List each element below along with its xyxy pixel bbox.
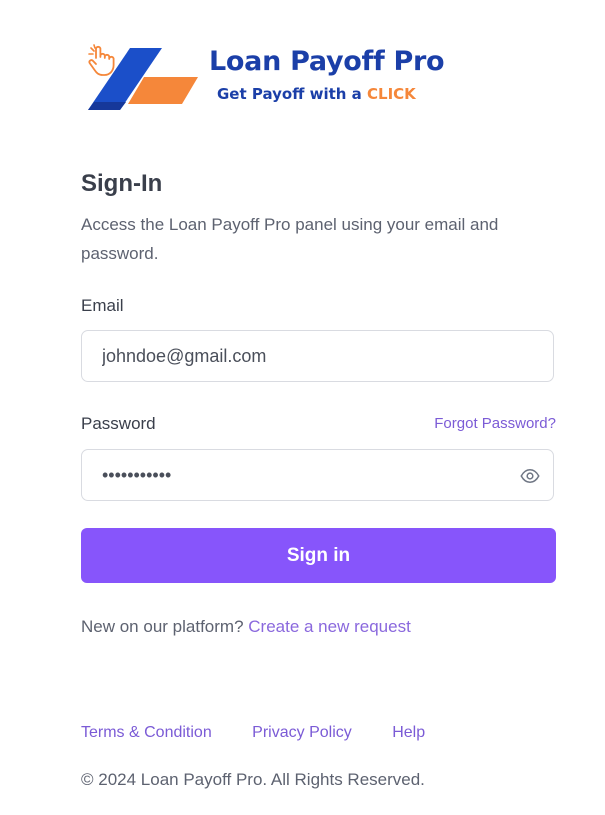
password-input[interactable]	[102, 450, 522, 500]
footer-links: Terms & Condition Privacy Policy Help	[81, 724, 461, 742]
email-label: Email	[81, 296, 124, 315]
signup-prompt: New on our platform? Create a new reques…	[81, 617, 411, 637]
logo-tagline: Get Payoff with a CLICK	[217, 85, 416, 103]
create-request-link[interactable]: Create a new request	[248, 617, 411, 636]
email-input[interactable]	[102, 331, 522, 381]
footer-link-help[interactable]: Help	[392, 724, 425, 741]
password-label: Password	[81, 414, 156, 433]
forgot-password-link[interactable]: Forgot Password?	[434, 415, 556, 432]
pointer-hand-icon	[88, 44, 115, 76]
copyright-text: © 2024 Loan Payoff Pro. All Rights Reser…	[81, 770, 425, 789]
logo-tagline-highlight: CLICK	[367, 85, 416, 103]
page-title: Sign-In	[81, 170, 163, 197]
sign-in-button[interactable]: Sign in	[81, 528, 556, 583]
footer-link-privacy[interactable]: Privacy Policy	[252, 724, 352, 741]
eye-icon[interactable]	[520, 466, 540, 486]
page-subtitle: Access the Loan Payoff Pro panel using y…	[81, 215, 499, 263]
signup-prompt-text: New on our platform?	[81, 617, 249, 636]
password-field-wrapper	[81, 449, 554, 501]
logo-tagline-prefix: Get Payoff with a	[217, 85, 367, 103]
logo-title: Loan Payoff Pro	[209, 46, 445, 77]
brand-logo: Loan Payoff Pro Get Payoff with a CLICK	[86, 44, 466, 120]
email-field-wrapper	[81, 330, 554, 382]
footer-link-terms[interactable]: Terms & Condition	[81, 724, 212, 741]
